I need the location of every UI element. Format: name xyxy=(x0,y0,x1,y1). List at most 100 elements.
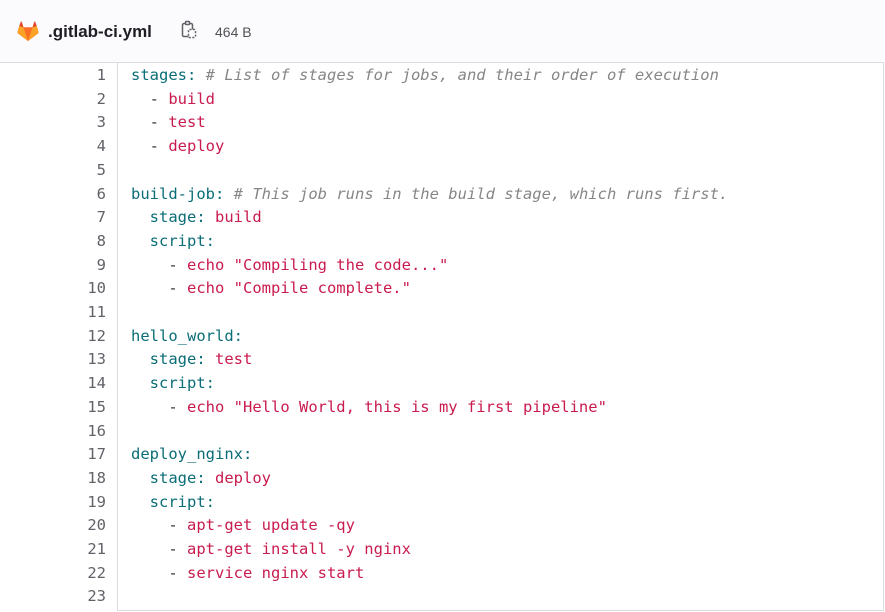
code-text: - xyxy=(131,113,169,132)
code-line-source: - build xyxy=(131,87,215,111)
line-number-link[interactable]: 7 xyxy=(0,205,106,229)
gitlab-tanuki-icon xyxy=(17,21,39,42)
line-number-link[interactable]: 6 xyxy=(0,182,106,206)
code-line-source: - apt-get install -y nginx xyxy=(131,537,411,561)
code-line: 17 deploy_nginx: xyxy=(0,442,884,466)
line-number-link[interactable]: 9 xyxy=(0,253,106,277)
code-value: test xyxy=(215,350,253,369)
code-line-source: stages: # List of stages for jobs, and t… xyxy=(131,63,719,87)
code-line-source: - test xyxy=(131,110,206,134)
code-line-source: - echo "Compile complete." xyxy=(131,276,411,300)
line-number-link[interactable]: 1 xyxy=(0,63,106,87)
code-text: - xyxy=(131,255,187,274)
code-content: 1 stages: # List of stages for jobs, and … xyxy=(0,63,884,611)
code-text: - xyxy=(131,137,169,156)
code-value: echo "Compile complete." xyxy=(187,279,411,298)
code-value: apt-get update -qy xyxy=(187,516,355,535)
code-line: 16 xyxy=(0,419,884,443)
code-line-source: - service nginx start xyxy=(131,561,364,585)
code-value: echo "Compiling the code..." xyxy=(187,255,449,274)
line-number-link[interactable]: 12 xyxy=(0,324,106,348)
code-line: 18 stage: deploy xyxy=(0,466,884,490)
code-line-source: - echo "Compiling the code..." xyxy=(131,253,448,277)
code-key: script: xyxy=(149,492,215,511)
line-number-link[interactable]: 14 xyxy=(0,371,106,395)
line-number-link[interactable]: 15 xyxy=(0,395,106,419)
line-number-link[interactable]: 13 xyxy=(0,347,106,371)
code-key: stage: xyxy=(149,468,206,487)
code-line: 8 script: xyxy=(0,229,884,253)
line-number-link[interactable]: 21 xyxy=(0,537,106,561)
line-number-link[interactable]: 23 xyxy=(0,584,106,608)
copy-to-clipboard-button[interactable] xyxy=(178,20,200,44)
code-value: build xyxy=(215,208,262,227)
code-line: 10 - echo "Compile complete." xyxy=(0,276,884,300)
line-number-link[interactable]: 18 xyxy=(0,466,106,490)
code-line: 11 xyxy=(0,300,884,324)
code-value: echo "Hello World, this is my first pipe… xyxy=(187,397,607,416)
line-number-link[interactable]: 4 xyxy=(0,134,106,158)
code-key: deploy_nginx: xyxy=(131,445,253,464)
code-line: 12 hello_world: xyxy=(0,324,884,348)
code-line: 22 - service nginx start xyxy=(0,561,884,585)
code-line: 6 build-job: # This job runs in the build… xyxy=(0,182,884,206)
code-line: 1 stages: # List of stages for jobs, and … xyxy=(0,63,884,87)
code-line: 5 xyxy=(0,158,884,182)
code-line-source: deploy_nginx: xyxy=(131,442,252,466)
code-line: 15 - echo "Hello World, this is my first… xyxy=(0,395,884,419)
code-comment: # This job runs in the build stage, whic… xyxy=(233,184,729,203)
file-size: 464 B xyxy=(215,24,252,40)
code-line: 20 - apt-get update -qy xyxy=(0,513,884,537)
code-text: - xyxy=(131,89,169,108)
code-line: 23 xyxy=(0,584,884,608)
file-header: .gitlab-ci.yml 464 B xyxy=(0,0,884,63)
code-line-source: script: xyxy=(131,229,215,253)
copy-to-clipboard-icon xyxy=(181,20,197,45)
code-line: 9 - echo "Compiling the code..." xyxy=(0,253,884,277)
code-text: - xyxy=(131,516,187,535)
code-line-source: script: xyxy=(131,371,215,395)
code-line-source: - deploy xyxy=(131,134,225,158)
code-text: - xyxy=(131,540,187,558)
line-number-link[interactable]: 17 xyxy=(0,442,106,466)
code-line: 3 - test xyxy=(0,110,884,134)
code-line-source: build-job: # This job runs in the build … xyxy=(131,182,728,206)
line-number-link[interactable]: 10 xyxy=(0,276,106,300)
code-line-source: - apt-get update -qy xyxy=(131,513,355,537)
line-number-link[interactable]: 8 xyxy=(0,229,106,253)
line-number-link[interactable]: 2 xyxy=(0,87,106,111)
line-number-link[interactable]: 3 xyxy=(0,110,106,134)
line-number-link[interactable]: 11 xyxy=(0,300,106,324)
code-value: deploy xyxy=(168,137,225,156)
code-value: test xyxy=(168,113,206,132)
code-key: script: xyxy=(149,374,215,393)
line-number-link[interactable]: 20 xyxy=(0,513,106,537)
code-text: - xyxy=(131,563,187,582)
code-text: - xyxy=(131,397,187,416)
line-number-link[interactable]: 19 xyxy=(0,490,106,514)
code-line: 2 - build xyxy=(0,87,884,111)
code-line-source: - echo "Hello World, this is my first pi… xyxy=(131,395,607,419)
code-key: stage: xyxy=(149,208,206,227)
code-key: build-job: xyxy=(131,184,225,203)
code-line: 4 - deploy xyxy=(0,134,884,158)
code-line-source: script: xyxy=(131,490,215,514)
code-line: 21 - apt-get install -y nginx xyxy=(0,537,884,561)
code-key: stage: xyxy=(149,350,206,369)
code-value: service nginx start xyxy=(187,563,365,582)
line-number-link[interactable]: 22 xyxy=(0,561,106,585)
line-number-link[interactable]: 5 xyxy=(0,158,106,182)
code-line-source: stage: deploy xyxy=(131,466,271,490)
line-number-link[interactable]: 16 xyxy=(0,419,106,443)
code-line-source: hello_world: xyxy=(131,324,243,348)
code-key: script: xyxy=(149,231,215,250)
code-line-source: stage: test xyxy=(131,347,253,371)
